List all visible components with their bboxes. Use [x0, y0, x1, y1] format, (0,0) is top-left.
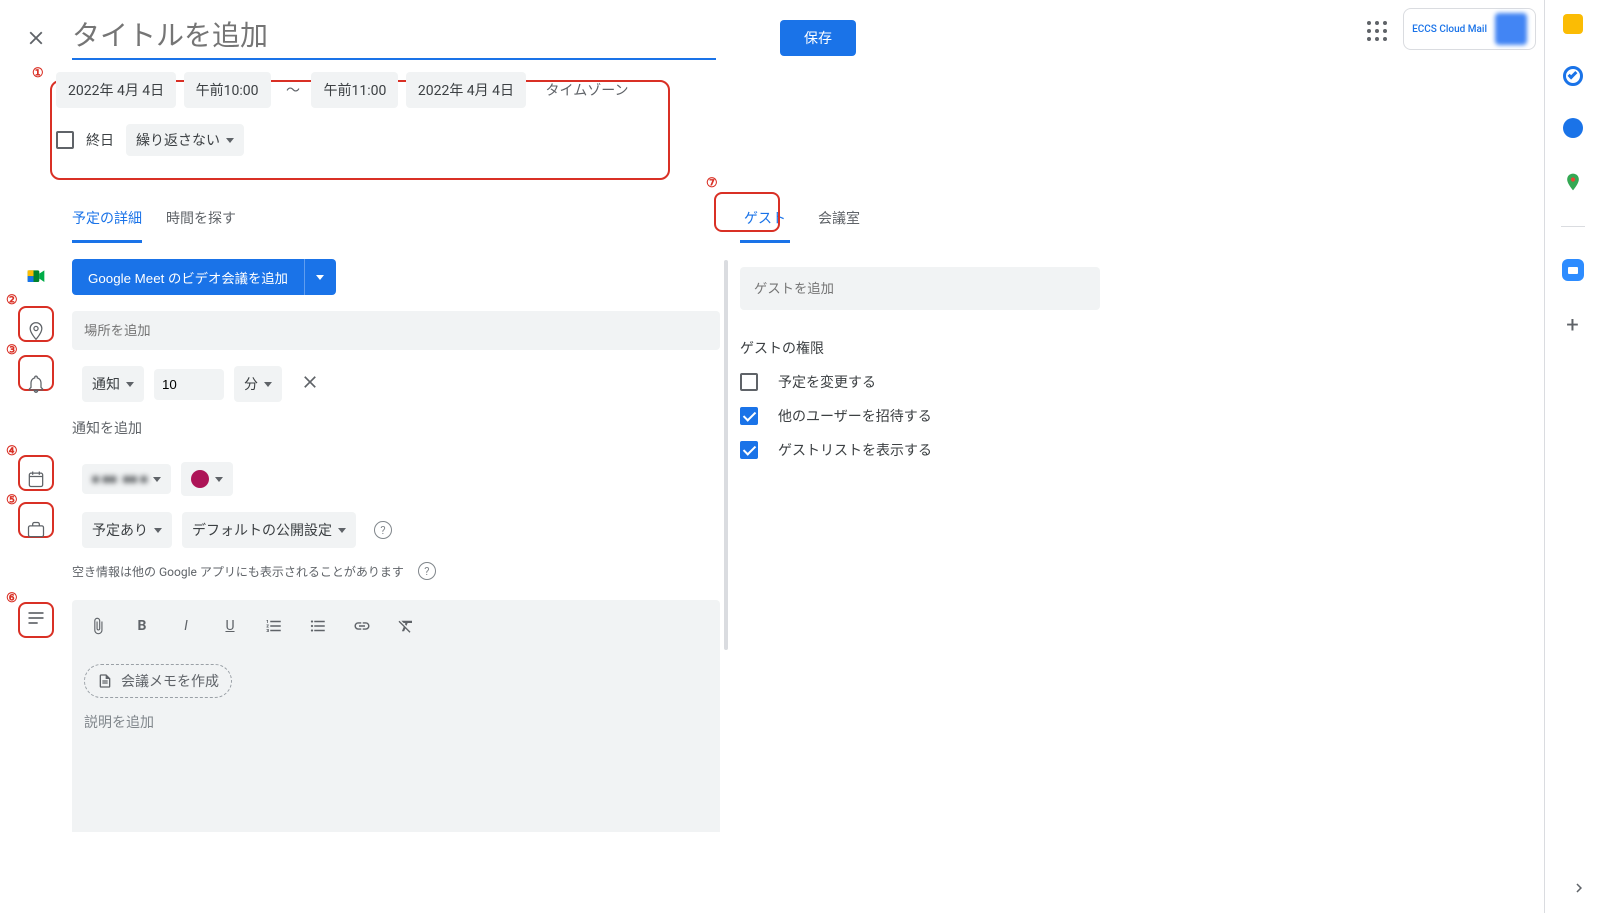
description-editor[interactable]: 会議メモを作成 説明を追加 [72, 652, 720, 832]
clear-format-button[interactable] [388, 608, 424, 644]
apps-icon[interactable] [1363, 17, 1387, 41]
title-input[interactable] [72, 16, 716, 60]
perm-guestlist-checkbox[interactable] [740, 441, 758, 459]
italic-button[interactable]: I [168, 608, 204, 644]
perm-invite-checkbox[interactable] [740, 407, 758, 425]
annotation-2: ② [6, 293, 18, 308]
editor-toolbar: B I U [72, 600, 720, 652]
create-meeting-notes-button[interactable]: 会議メモを作成 [84, 664, 232, 698]
hint-help-icon[interactable]: ? [418, 562, 436, 580]
repeat-select[interactable]: 繰り返さない [126, 124, 244, 156]
tab-rooms[interactable]: 会議室 [814, 200, 864, 243]
meet-dropdown[interactable] [304, 259, 336, 295]
save-button[interactable]: 保存 [780, 20, 856, 56]
add-addon-button[interactable]: + [1566, 313, 1578, 338]
keep-icon[interactable] [1563, 14, 1583, 34]
perm-modify-checkbox[interactable] [740, 373, 758, 391]
annotation-3: ③ [6, 343, 18, 358]
annotation-1: ① [32, 66, 44, 81]
end-time[interactable]: 午前11:00 [311, 72, 398, 108]
side-divider [1561, 226, 1585, 227]
description-placeholder: 説明を追加 [84, 712, 708, 732]
account-label: ECCS Cloud Mail [1412, 24, 1487, 35]
side-panel: + [1544, 0, 1600, 913]
visibility-hint: 空き情報は他の Google アプリにも表示されることがあります ? [72, 562, 720, 580]
zoom-icon[interactable] [1562, 259, 1584, 281]
attach-button[interactable] [80, 608, 116, 644]
annotation-7: ⑦ [706, 176, 718, 191]
annotation-4: ④ [6, 444, 18, 459]
color-swatch [191, 470, 209, 488]
numbered-list-button[interactable] [256, 608, 292, 644]
perm-modify-label: 予定を変更する [778, 372, 876, 392]
close-button[interactable] [16, 18, 56, 58]
avatar [1495, 13, 1527, 45]
timezone-link[interactable]: タイムゾーン [533, 72, 640, 108]
remove-notification-button[interactable] [300, 372, 320, 396]
end-date[interactable]: 2022年 4月 4日 [406, 72, 526, 108]
underline-button[interactable]: U [212, 608, 248, 644]
calendar-select[interactable]: ■ ■■■■ ■ [82, 464, 171, 494]
visibility-select[interactable]: デフォルトの公開設定 [182, 512, 356, 548]
calendar-icon [16, 469, 56, 489]
perm-invite-label: 他のユーザーを招待する [778, 406, 932, 426]
bold-button[interactable]: B [124, 608, 160, 644]
briefcase-icon [16, 520, 56, 540]
contacts-icon[interactable] [1563, 118, 1583, 138]
add-notification-link[interactable]: 通知を追加 [72, 418, 720, 438]
add-meet-button[interactable]: Google Meet のビデオ会議を追加 [72, 259, 304, 295]
perm-guestlist-label: ゲストリストを表示する [778, 440, 932, 460]
range-separator: 〜 [278, 80, 308, 100]
location-icon [16, 321, 56, 341]
notification-value-input[interactable] [154, 369, 224, 400]
start-time[interactable]: 午前10:00 [184, 72, 271, 108]
tab-guests[interactable]: ゲスト [740, 200, 790, 243]
tab-findtime[interactable]: 時間を探す [166, 200, 236, 243]
link-button[interactable] [344, 608, 380, 644]
location-input[interactable] [72, 311, 720, 350]
busy-status-select[interactable]: 予定あり [82, 512, 172, 548]
visibility-help-icon[interactable]: ? [374, 521, 392, 539]
bullet-list-button[interactable] [300, 608, 336, 644]
notification-unit-select[interactable]: 分 [234, 366, 282, 402]
tab-details[interactable]: 予定の詳細 [72, 200, 142, 243]
side-panel-toggle[interactable] [1570, 879, 1588, 901]
notification-type-select[interactable]: 通知 [82, 366, 144, 402]
maps-icon[interactable] [1563, 170, 1583, 194]
notification-icon [16, 374, 56, 394]
color-select[interactable] [181, 462, 233, 496]
description-icon [16, 600, 56, 628]
guest-permissions-title: ゲストの権限 [740, 338, 1150, 358]
add-guest-input[interactable] [740, 267, 1100, 310]
allday-checkbox[interactable] [56, 131, 74, 149]
allday-label: 終日 [86, 130, 114, 150]
scroll-indicator [724, 260, 728, 650]
start-date[interactable]: 2022年 4月 4日 [56, 72, 176, 108]
tasks-icon[interactable] [1563, 66, 1583, 86]
annotation-5: ⑤ [6, 493, 18, 508]
meet-icon [16, 267, 56, 287]
account-switcher[interactable]: ECCS Cloud Mail [1403, 8, 1536, 50]
